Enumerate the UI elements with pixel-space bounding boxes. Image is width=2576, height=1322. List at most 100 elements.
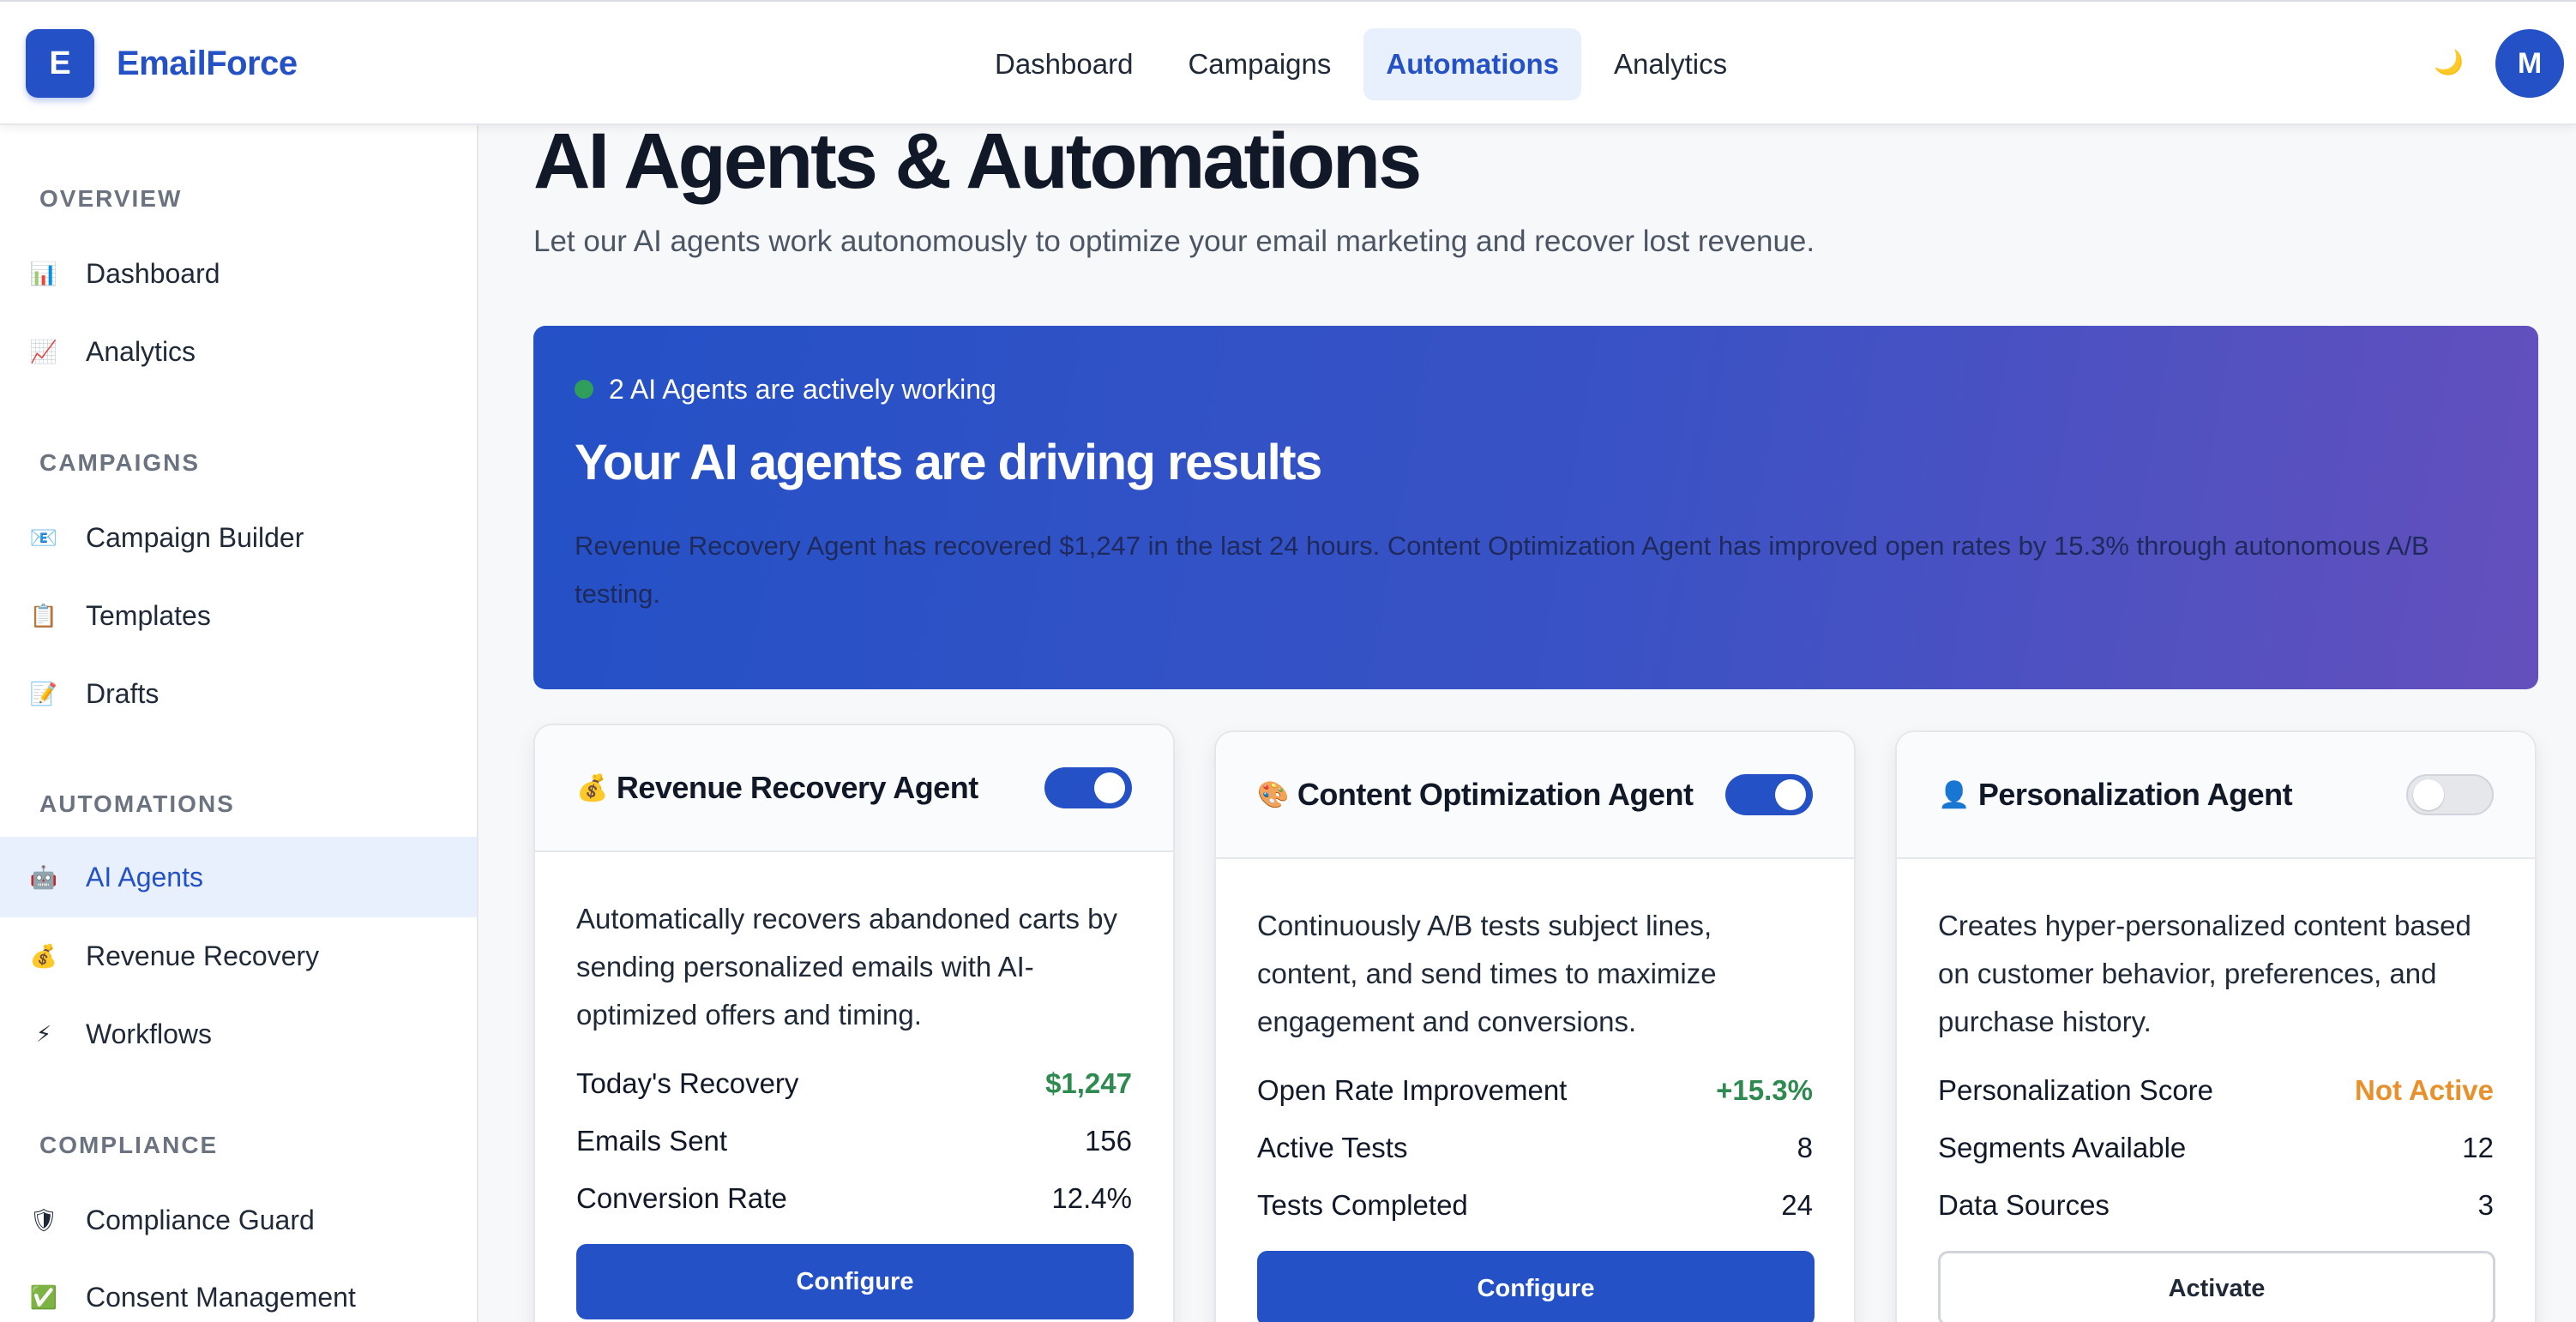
metric-row: Tests Completed 24 [1257,1176,1813,1234]
nav-automations[interactable]: Automations [1363,28,1582,100]
hero-text: Revenue Recovery Agent has recovered $1,… [575,531,2429,609]
card-title-text: Content Optimization Agent [1297,777,1694,812]
sidebar-item-label: Dashboard [86,257,220,289]
agent-card-content-optimization: 🎨 Content Optimization Agent Continuousl… [1214,730,1856,1322]
card-header: 👤 Personalization Agent [1897,732,2535,859]
palette-icon: 🎨 [1257,780,1289,809]
sidebar-item-consent-management[interactable]: ✅ Consent Management [0,1257,477,1322]
hero-status-text: 2 AI Agents are actively working [609,373,996,405]
sidebar-section-campaigns: CAMPAIGNS [39,449,201,476]
metric-value: 8 [1797,1131,1813,1163]
card-description: Continuously A/B tests subject lines, co… [1257,910,1717,1037]
hero-banner: 2 AI Agents are actively working Your AI… [533,326,2538,689]
robot-icon: 🤖 [29,863,58,890]
sidebar-item-revenue-recovery[interactable]: 💰 Revenue Recovery [0,916,477,996]
card-header: 💰 Revenue Recovery Agent [535,725,1173,852]
metric-label: Today's Recovery [576,1067,799,1099]
metric-row: Segments Available 12 [1938,1119,2494,1176]
nav-analytics[interactable]: Analytics [1592,28,1749,100]
metric-label: Segments Available [1938,1131,2187,1163]
metric-row: Emails Sent 156 [576,1112,1132,1169]
bar-chart-icon: 📊 [29,260,58,286]
metric-row: Conversion Rate 12.4% [576,1169,1132,1227]
person-icon: 👤 [1938,780,1970,809]
sidebar-section-compliance: COMPLIANCE [39,1132,219,1158]
sidebar-item-label: AI Agents [86,861,203,892]
card-title-text: Personalization Agent [1977,777,2293,812]
agent-toggle[interactable] [1044,767,1132,808]
sidebar-item-dashboard[interactable]: 📊 Dashboard [0,233,477,314]
sidebar-item-label: Campaign Builder [86,521,304,553]
metric-value: $1,247 [1045,1067,1132,1099]
sidebar-section-overview: OVERVIEW [39,185,183,212]
metric-row: Data Sources 3 [1938,1176,2494,1234]
lightning-icon: ⚡ [35,1020,52,1047]
money-bag-icon: 💰 [29,942,58,969]
metric-label: Data Sources [1938,1188,2110,1221]
metric-value: 24 [1781,1188,1813,1221]
page-title: AI Agents & Automations [533,125,1422,205]
toggle-knob [1094,772,1125,803]
hero-title: Your AI agents are driving results [575,435,1322,490]
money-bag-icon: 💰 [576,773,608,802]
sidebar-item-label: Consent Management [86,1281,356,1313]
main-nav: Dashboard Campaigns Automations Analytic… [972,28,1760,100]
sidebar-item-label: Revenue Recovery [86,940,320,971]
sidebar-item-workflows[interactable]: ⚡ Workflows [0,994,477,1074]
brand-name[interactable]: EmailForce [117,45,298,83]
sidebar: OVERVIEW 📊 Dashboard 📈 Analytics CAMPAIG… [0,125,478,1322]
main-content: AI Agents & Automations Let our AI agent… [478,125,2576,1322]
card-description: Automatically recovers abandoned carts b… [576,903,1117,1031]
metric-value: 12.4% [1051,1181,1132,1214]
nav-campaigns[interactable]: Campaigns [1165,28,1353,100]
agent-toggle[interactable] [1725,774,1813,815]
metric-value: 156 [1084,1124,1132,1157]
metric-value: 12 [2462,1131,2494,1163]
card-title: 🎨 Content Optimization Agent [1257,777,1694,813]
metric-row: Active Tests 8 [1257,1119,1813,1176]
trend-chart-icon: 📈 [29,338,58,364]
brand[interactable]: E EmailForce [26,29,298,98]
check-icon: ✅ [29,1283,58,1310]
agent-card-personalization: 👤 Personalization Agent Creates hyper-pe… [1895,730,2537,1322]
sidebar-item-templates[interactable]: 📋 Templates [0,575,477,656]
metric-row: Today's Recovery $1,247 [576,1055,1132,1112]
card-title-text: Revenue Recovery Agent [616,770,978,805]
metric-value: Not Active [2355,1073,2494,1106]
sidebar-item-analytics[interactable]: 📈 Analytics [0,311,477,392]
configure-button[interactable]: Configure [576,1244,1134,1319]
metric-label: Open Rate Improvement [1257,1073,1568,1106]
metric-label: Personalization Score [1938,1073,2214,1106]
card-title: 💰 Revenue Recovery Agent [576,770,978,806]
metric-label: Emails Sent [576,1124,728,1157]
configure-button[interactable]: Configure [1257,1251,1815,1322]
clipboard-icon: 📋 [29,602,58,628]
memo-icon: 📝 [29,680,58,706]
sidebar-item-ai-agents[interactable]: 🤖 AI Agents [0,837,477,917]
email-icon: 📧 [29,524,58,550]
activate-button[interactable]: Activate [1938,1251,2495,1322]
moon-icon[interactable]: 🌙 [2434,48,2464,76]
sidebar-item-label: Drafts [86,677,159,709]
metric-value: 3 [2477,1188,2494,1221]
hero-status: 2 AI Agents are actively working [575,370,2497,408]
agent-toggle[interactable] [2406,774,2494,815]
metric-label: Active Tests [1257,1131,1408,1163]
sidebar-item-compliance-guard[interactable]: 🛡 Compliance Guard [0,1180,477,1260]
top-navbar: E EmailForce Dashboard Campaigns Automat… [0,0,2576,125]
brand-logo[interactable]: E [26,29,94,98]
sidebar-item-label: Compliance Guard [86,1204,315,1235]
avatar[interactable]: M [2495,29,2564,98]
status-dot-icon [575,380,593,399]
metric-label: Conversion Rate [576,1181,787,1214]
sidebar-item-drafts[interactable]: 📝 Drafts [0,653,477,734]
nav-dashboard[interactable]: Dashboard [972,28,1155,100]
metric-value: +15.3% [1716,1073,1813,1106]
card-body: Automatically recovers abandoned carts b… [535,852,1173,1319]
sidebar-item-campaign-builder[interactable]: 📧 Campaign Builder [0,497,477,578]
shield-icon: 🛡 [29,1206,58,1233]
toggle-knob [2413,779,2444,810]
metric-row: Personalization Score Not Active [1938,1061,2494,1119]
toggle-knob [1775,779,1806,810]
metric-row: Open Rate Improvement +15.3% [1257,1061,1813,1119]
